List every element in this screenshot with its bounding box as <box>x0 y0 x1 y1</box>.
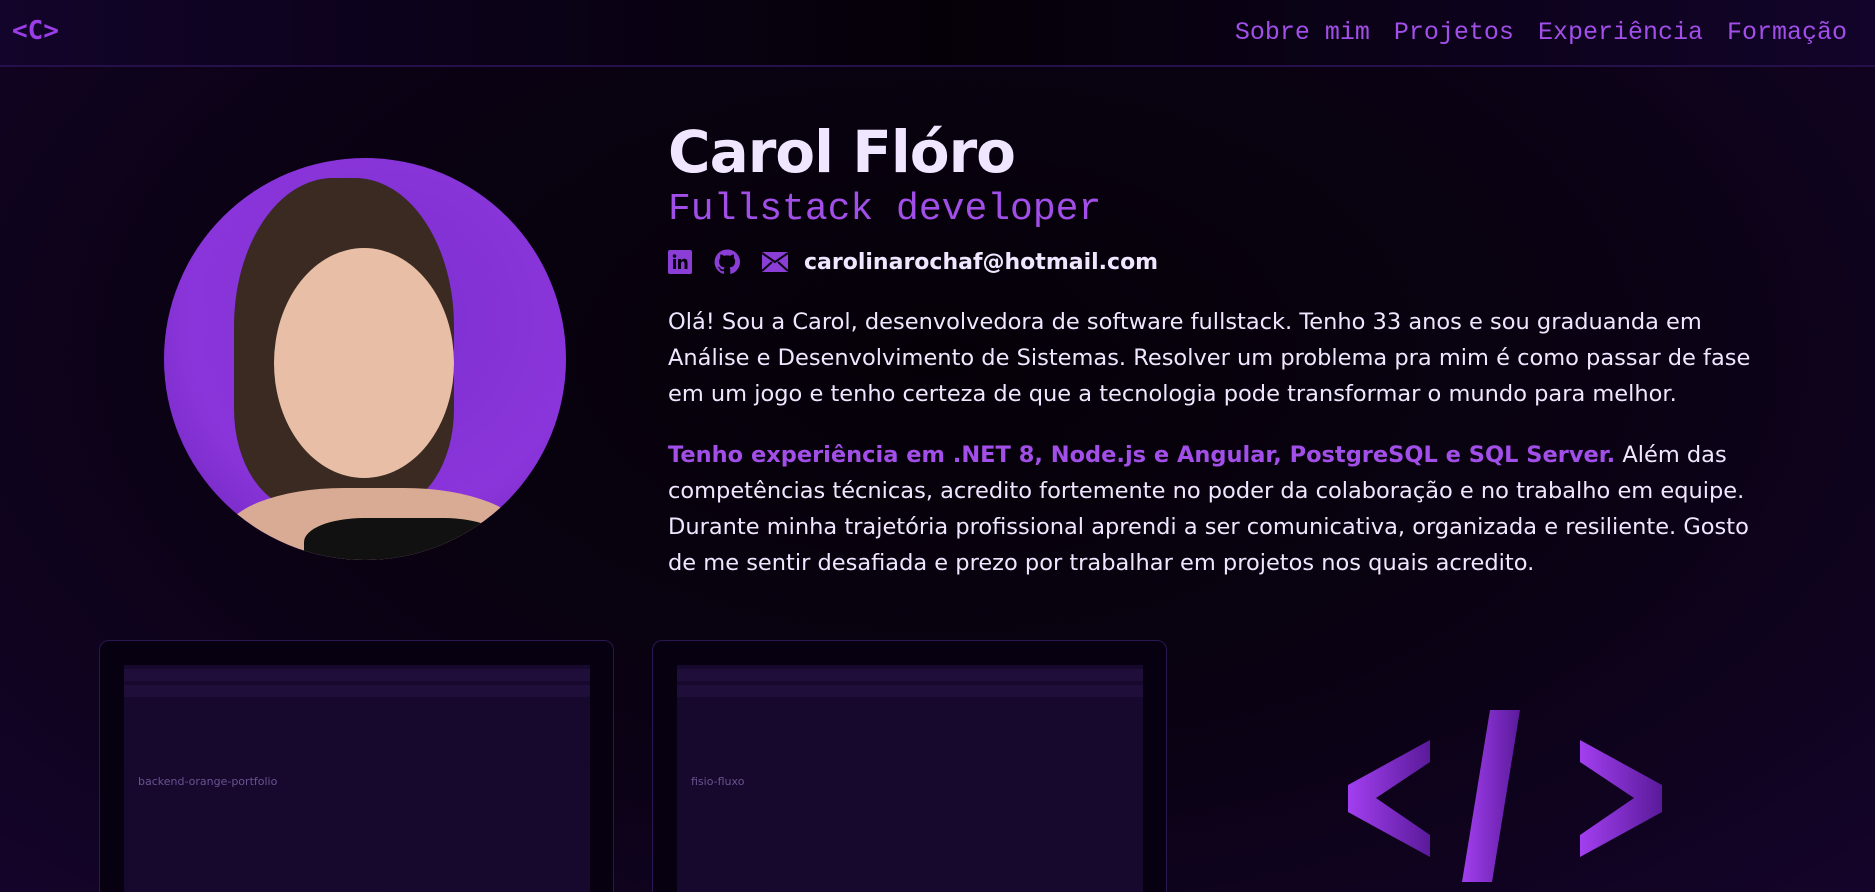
email-link[interactable]: carolinarochaf@hotmail.com <box>804 250 1158 275</box>
code-brackets-icon <box>1348 710 1662 882</box>
profile-photo <box>164 158 566 560</box>
profile-role: Fullstack developer <box>668 188 1102 231</box>
profile-name: Carol Flóro <box>668 118 1016 186</box>
project-repo-name: backend-orange-portfolio <box>138 775 278 788</box>
contact-links: carolinarochaf@hotmail.com <box>668 249 1158 275</box>
project-screenshot: fisio-fluxo <box>677 665 1143 892</box>
project-screenshot: backend-orange-portfolio <box>124 665 590 892</box>
linkedin-icon[interactable] <box>668 250 692 274</box>
github-icon[interactable] <box>714 249 740 275</box>
nav-formacao[interactable]: Formação <box>1727 18 1847 47</box>
site-logo[interactable]: <C> <box>12 16 59 46</box>
project-repo-name: fisio-fluxo <box>691 775 745 788</box>
nav-projetos[interactable]: Projetos <box>1394 18 1514 47</box>
email-icon[interactable] <box>762 252 788 272</box>
top-navbar: <C> Sobre mim Projetos Experiência Forma… <box>0 0 1875 67</box>
main-nav: Sobre mim Projetos Experiência Formação <box>1235 18 1847 47</box>
project-card[interactable]: backend-orange-portfolio <box>99 640 614 892</box>
about-paragraph-2: Tenho experiência em .NET 8, Node.js e A… <box>668 437 1778 581</box>
nav-experiencia[interactable]: Experiência <box>1538 18 1703 47</box>
project-card[interactable]: fisio-fluxo <box>652 640 1167 892</box>
nav-sobre-mim[interactable]: Sobre mim <box>1235 18 1370 47</box>
skills-highlight: Tenho experiência em .NET 8, Node.js e A… <box>668 442 1616 468</box>
about-paragraph-1: Olá! Sou a Carol, desenvolvedora de soft… <box>668 309 1751 407</box>
